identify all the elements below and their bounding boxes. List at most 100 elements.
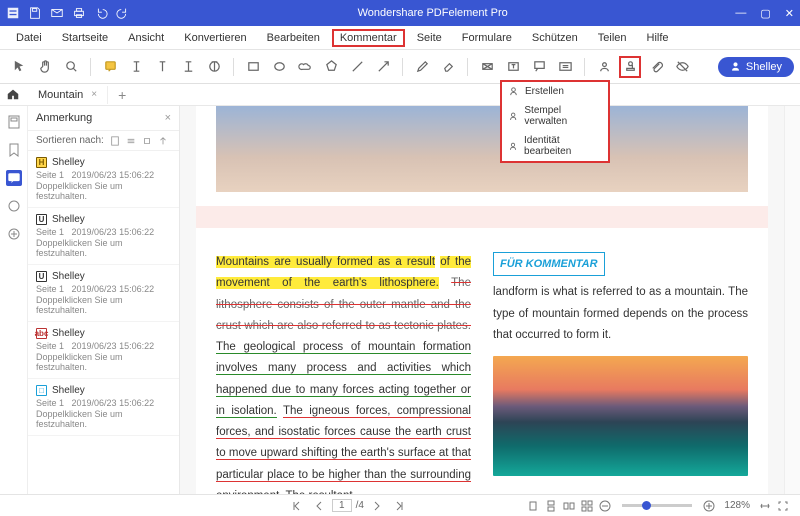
prev-page-icon[interactable] [313, 500, 325, 512]
page: Mountains are usually formed as a result… [196, 106, 768, 494]
title-bar: Wondershare PDFelement Pro ― ▢ ✕ [0, 0, 800, 26]
user-button[interactable]: Shelley [718, 57, 794, 77]
redo-icon[interactable] [116, 6, 130, 20]
text-tool-b-icon[interactable] [177, 56, 199, 78]
note-tool-icon[interactable] [99, 56, 121, 78]
menu-konvertieren[interactable]: Konvertieren [176, 29, 254, 47]
annotation-item[interactable]: UShelleySeite 1 2019/06/23 15:06:22Doppe… [28, 265, 179, 322]
home-icon[interactable] [6, 87, 20, 101]
arrow-tool-icon[interactable] [372, 56, 394, 78]
panel-title: Anmerkung [36, 112, 92, 124]
zoom-tool-icon[interactable] [60, 56, 82, 78]
last-page-icon[interactable] [393, 500, 405, 512]
menu-bar: DateiStartseiteAnsichtKonvertieren Bearbe… [0, 26, 800, 50]
fit-width-icon[interactable] [759, 500, 771, 512]
annotation-item[interactable]: □ShelleySeite 1 2019/06/23 15:06:22Doppe… [28, 379, 179, 436]
menu-ansicht[interactable]: Ansicht [120, 29, 172, 47]
stamp-user-icon[interactable] [593, 56, 615, 78]
text-box-icon[interactable] [502, 56, 524, 78]
area-highlight-icon[interactable] [476, 56, 498, 78]
maximize-button[interactable]: ▢ [760, 7, 770, 20]
menu-datei[interactable]: Datei [8, 29, 50, 47]
next-page-icon[interactable] [371, 500, 383, 512]
save-icon[interactable] [28, 6, 42, 20]
print-icon[interactable] [72, 6, 86, 20]
line-tool-icon[interactable] [346, 56, 368, 78]
dropdown-item[interactable]: Erstellen [502, 82, 608, 101]
underline-red-text[interactable]: The igneous forces, compressional forces… [216, 405, 471, 494]
stamp-dropdown-menu: ErstellenStempel verwaltenIdentität bear… [500, 80, 610, 163]
comment-heading-box[interactable]: FÜR KOMMENTAR [493, 252, 605, 276]
sort-page-icon[interactable] [110, 136, 120, 146]
window-title: Wondershare PDFelement Pro [130, 7, 735, 19]
text-highlight-icon[interactable] [125, 56, 147, 78]
right-scrollbar[interactable] [784, 106, 800, 494]
annotation-item[interactable]: abcShelleySeite 1 2019/06/23 15:06:22Dop… [28, 322, 179, 379]
highlighted-text[interactable]: Mountains are usually formed as a result [216, 256, 435, 268]
undo-icon[interactable] [94, 6, 108, 20]
sort-expand-icon[interactable] [126, 136, 136, 146]
stamp-tool-icon[interactable] [619, 56, 641, 78]
page-current[interactable]: 1 [332, 499, 352, 512]
first-page-icon[interactable] [291, 500, 303, 512]
mountain-photo [493, 356, 748, 476]
panel-close-icon[interactable]: × [165, 112, 171, 124]
dropdown-item[interactable]: Stempel verwalten [502, 101, 608, 131]
menu-kommentar[interactable]: Kommentar [332, 29, 405, 47]
minimize-button[interactable]: ― [735, 7, 746, 20]
document-tab-label: Mountain [38, 89, 83, 101]
add-tab-button[interactable]: + [108, 87, 136, 103]
search-rail-icon[interactable] [6, 226, 22, 242]
annotation-item[interactable]: HShelleySeite 1 2019/06/23 15:06:22Doppe… [28, 151, 179, 208]
oval-shape-icon[interactable] [268, 56, 290, 78]
dropdown-item[interactable]: Identität bearbeiten [502, 131, 608, 161]
menu-startseite[interactable]: Startseite [54, 29, 116, 47]
view-single-icon[interactable] [527, 500, 539, 512]
menu-formulare[interactable]: Formulare [454, 29, 520, 47]
callout-icon[interactable] [528, 56, 550, 78]
bookmarks-rail-icon[interactable] [6, 142, 22, 158]
body-text: landform is what is referred to as a mou… [493, 286, 748, 341]
menu-schützen[interactable]: Schützen [524, 29, 586, 47]
view-continuous-icon[interactable] [545, 500, 557, 512]
menu-bearbeiten[interactable]: Bearbeiten [259, 29, 328, 47]
select-tool-icon[interactable] [8, 56, 30, 78]
polygon-shape-icon[interactable] [320, 56, 342, 78]
view-facing-icon[interactable] [563, 500, 575, 512]
hand-tool-icon[interactable] [34, 56, 56, 78]
app-logo-icon [6, 6, 20, 20]
document-tabs: Mountain × + [0, 84, 800, 106]
attachment-icon[interactable] [645, 56, 667, 78]
thumbnails-rail-icon[interactable] [6, 114, 22, 130]
document-area[interactable]: Mountains are usually formed as a result… [180, 106, 784, 494]
annotations-panel: Anmerkung × Sortieren nach: HShelleySeit… [28, 106, 180, 494]
left-rail [0, 106, 28, 494]
hide-annotations-icon[interactable] [671, 56, 693, 78]
document-tab[interactable]: Mountain × [28, 86, 108, 104]
close-tab-icon[interactable]: × [91, 89, 97, 100]
annotation-item[interactable]: UShelleySeite 1 2019/06/23 15:06:22Doppe… [28, 208, 179, 265]
menu-seite[interactable]: Seite [409, 29, 450, 47]
annotations-rail-icon[interactable] [6, 170, 22, 186]
zoom-slider[interactable] [622, 504, 692, 507]
zoom-in-icon[interactable] [703, 500, 715, 512]
mail-icon[interactable] [50, 6, 64, 20]
rect-shape-icon[interactable] [242, 56, 264, 78]
close-button[interactable]: ✕ [785, 7, 794, 20]
menu-teilen[interactable]: Teilen [590, 29, 635, 47]
typewriter-icon[interactable] [554, 56, 576, 78]
text-tool-a-icon[interactable] [151, 56, 173, 78]
zoom-out-icon[interactable] [599, 500, 611, 512]
sort-filter-icon[interactable] [158, 136, 168, 146]
cloud-shape-icon[interactable] [294, 56, 316, 78]
text-tool-c-icon[interactable] [203, 56, 225, 78]
panel-sort-bar: Sortieren nach: [28, 131, 179, 151]
menu-hilfe[interactable]: Hilfe [639, 29, 677, 47]
fullscreen-icon[interactable] [777, 500, 789, 512]
attachments-rail-icon[interactable] [6, 198, 22, 214]
eraser-tool-icon[interactable] [437, 56, 459, 78]
zoom-value[interactable]: 128% [724, 500, 750, 511]
sort-collapse-icon[interactable] [142, 136, 152, 146]
view-facing-cont-icon[interactable] [581, 500, 593, 512]
pencil-tool-icon[interactable] [411, 56, 433, 78]
